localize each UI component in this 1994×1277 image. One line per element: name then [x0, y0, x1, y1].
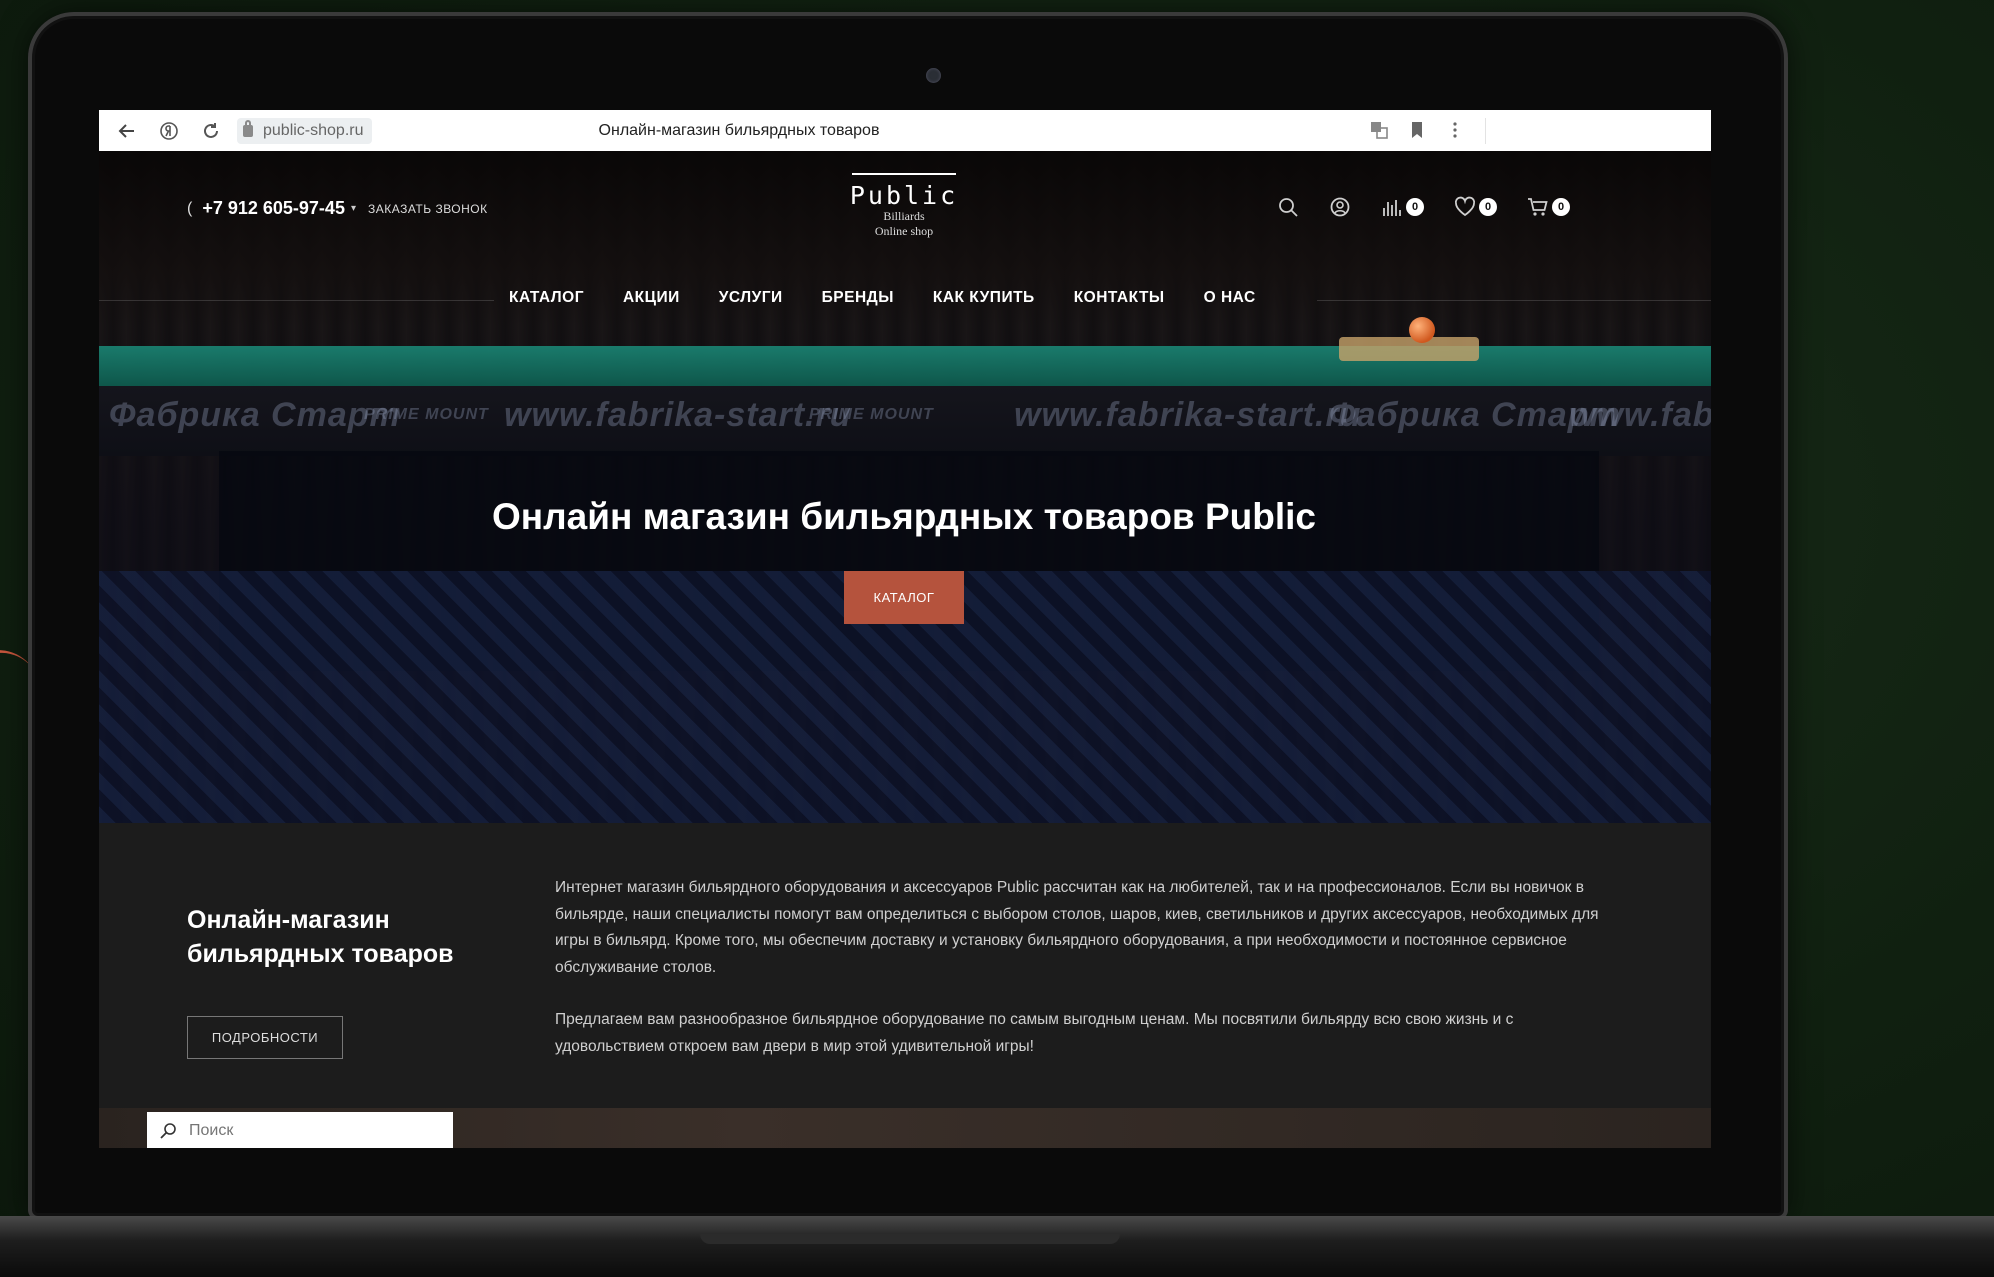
nav-services[interactable]: УСЛУГИ — [719, 289, 783, 307]
hero-title: Онлайн магазин бильярдных товаров Public — [492, 496, 1316, 537]
favorites-count-badge: 0 — [1479, 198, 1497, 216]
reload-icon[interactable] — [197, 117, 225, 145]
site-logo[interactable]: Public Billiards Online shop — [844, 173, 964, 239]
billiard-ball — [1409, 317, 1435, 343]
nav-catalog[interactable]: КАТАЛОГ — [509, 289, 584, 307]
search-input[interactable] — [187, 1121, 431, 1141]
nav-about[interactable]: О НАС — [1204, 289, 1256, 307]
nav-promotions[interactable]: АКЦИИ — [623, 289, 680, 307]
nav-contacts[interactable]: КОНТАКТЫ — [1074, 289, 1165, 307]
back-arrow-icon[interactable] — [113, 117, 141, 145]
rail-banner-text: www.fabrika-start.ru — [504, 396, 852, 434]
logo-subline: Billiards — [883, 209, 925, 223]
hero-section: Фабрика Старт PRIME MOUNT www.fabrika-st… — [99, 151, 1711, 823]
about-text: Интернет магазин бильярдного оборудовани… — [555, 875, 1615, 1086]
search-button[interactable] — [1277, 196, 1299, 218]
chevron-down-icon[interactable]: ▾ — [351, 203, 356, 214]
yandex-icon[interactable] — [155, 117, 183, 145]
compare-button[interactable]: 0 — [1381, 196, 1424, 218]
search-icon — [160, 1123, 176, 1139]
ball-rack — [1339, 337, 1479, 361]
cart-count-badge: 0 — [1552, 198, 1570, 216]
nav-divider-right — [1317, 300, 1711, 301]
search-field[interactable] — [147, 1112, 453, 1148]
search-icon — [1279, 198, 1298, 217]
toolbar-divider — [1485, 118, 1486, 144]
more-menu-icon[interactable] — [1441, 116, 1469, 144]
browser-actions — [1365, 116, 1469, 144]
address-bar[interactable]: public-shop.ru — [237, 117, 372, 144]
camera-icon — [926, 68, 941, 83]
about-paragraph: Интернет магазин бильярдного оборудовани… — [555, 879, 1599, 976]
logo-subline: Online shop — [874, 224, 934, 238]
rail-banner-text: www.fabrika-start.ru — [1014, 396, 1362, 434]
header-icons: 0 0 0 — [1277, 196, 1600, 218]
nav-brands[interactable]: БРЕНДЫ — [822, 289, 894, 307]
catalog-button[interactable]: КАТАЛОГ — [844, 571, 964, 624]
compare-chart-icon — [1383, 200, 1401, 216]
stage: public-shop.ru Онлайн-магазин бильярдных… — [0, 0, 1994, 1277]
account-button[interactable] — [1329, 196, 1351, 218]
nav-divider-left — [99, 300, 494, 301]
nav-how-to-buy[interactable]: КАК КУПИТЬ — [933, 289, 1035, 307]
cart-icon — [1528, 198, 1548, 216]
phone-number-link[interactable]: +7 912 605-97-45 — [202, 198, 345, 219]
favorites-button[interactable]: 0 — [1454, 196, 1497, 218]
phone-block: ( +7 912 605-97-45 ▾ ЗАКАЗАТЬ ЗВОНОК — [187, 198, 488, 219]
laptop-notch — [700, 1234, 1120, 1244]
url-text: public-shop.ru — [263, 121, 364, 139]
laptop-screen: public-shop.ru Онлайн-магазин бильярдных… — [99, 110, 1711, 1148]
laptop-base — [0, 1216, 1994, 1277]
translate-icon[interactable] — [1365, 116, 1393, 144]
lock-icon — [243, 119, 253, 137]
browser-toolbar: public-shop.ru Онлайн-магазин бильярдных… — [99, 110, 1711, 152]
heart-icon — [1454, 196, 1476, 217]
compare-count-badge: 0 — [1406, 198, 1424, 216]
details-button[interactable]: ПОДРОБНОСТИ — [187, 1016, 343, 1059]
rail-banner-text: PRIME MOUNT — [809, 406, 934, 423]
phone-icon: ( — [187, 199, 193, 217]
cart-button[interactable]: 0 — [1527, 196, 1570, 218]
rail-banner-text: Фабрика Старт — [109, 396, 401, 434]
about-paragraph: Предлагаем вам разнообразное бильярдное … — [555, 1011, 1514, 1055]
logo-wordmark: Public — [849, 181, 959, 210]
page-tab-title: Онлайн-магазин бильярдных товаров — [598, 121, 880, 139]
bookmark-icon[interactable] — [1403, 116, 1431, 144]
rail-banner-text: www.fabrika — [1569, 396, 1711, 434]
website: Фабрика Старт PRIME MOUNT www.fabrika-st… — [99, 151, 1711, 1148]
about-title: Онлайн-магазин бильярдных товаров — [187, 906, 454, 968]
rail-banner-text: PRIME MOUNT — [364, 406, 489, 423]
main-nav: КАТАЛОГ АКЦИИ УСЛУГИ БРЕНДЫ КАК КУПИТЬ К… — [509, 289, 1295, 307]
order-callback-link[interactable]: ЗАКАЗАТЬ ЗВОНОК — [368, 202, 488, 216]
about-section: Онлайн-магазин бильярдных товаров ПОДРОБ… — [99, 823, 1711, 1108]
user-icon — [1330, 197, 1350, 217]
hero-title-wrap: Онлайн магазин бильярдных товаров Public — [99, 496, 1711, 538]
logo-rule — [852, 173, 956, 175]
